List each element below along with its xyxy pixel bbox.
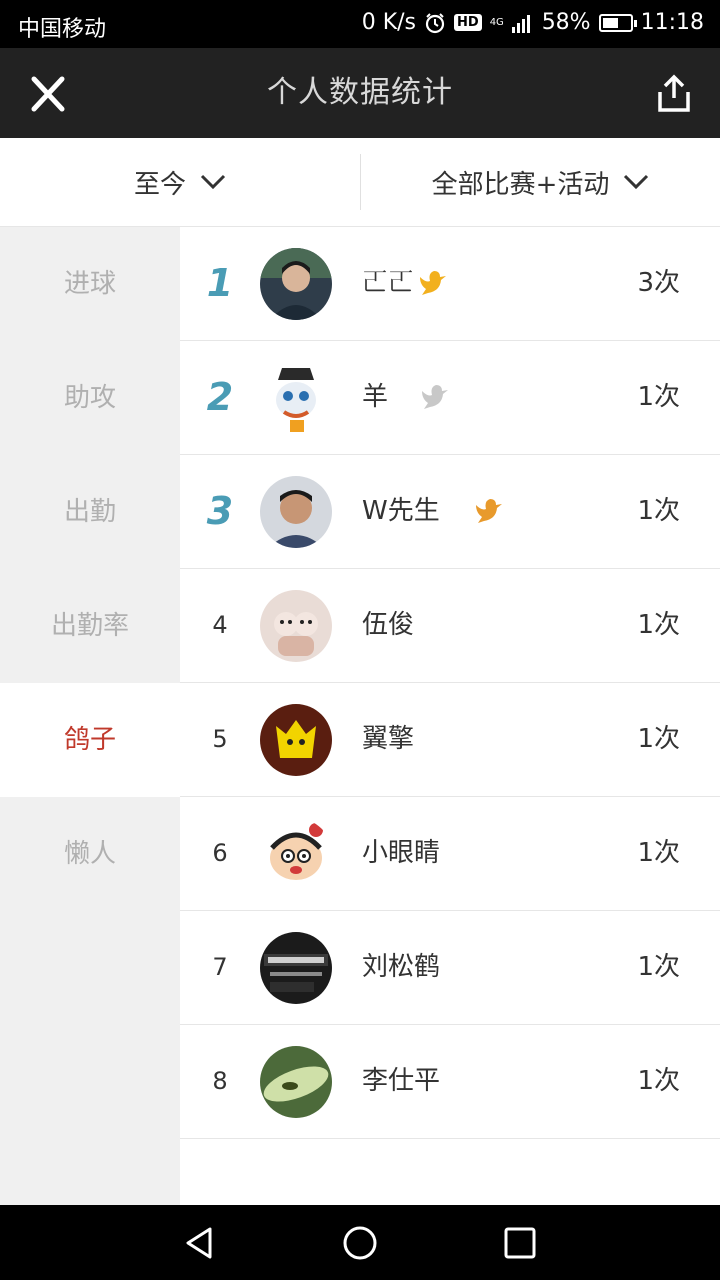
network-type: 4G <box>489 16 504 28</box>
avatar <box>260 248 332 320</box>
stat-category-sidebar: 进球 助攻 出勤 出勤率 鸽子 懒人 <box>0 227 180 1205</box>
player-name: 李仕平 <box>362 1066 441 1096</box>
rank-number: 8 <box>212 1067 228 1095</box>
rank-number: 6 <box>212 839 228 867</box>
list-item[interactable]: 3 W先生 1次 <box>180 455 720 569</box>
app-header: 个人数据统计 <box>0 48 720 138</box>
page-title: 个人数据统计 <box>267 75 453 110</box>
bird-badge-icon <box>420 383 450 411</box>
list-item[interactable]: 2 羊 1次 <box>180 341 720 455</box>
rank-number: 5 <box>212 725 228 753</box>
list-item[interactable]: 5 翼擎 1次 <box>180 683 720 797</box>
avatar <box>260 590 332 662</box>
avatar <box>260 704 332 776</box>
status-bar: 中国移动 0 K/s HD 4G 58% 11:18 <box>0 0 720 48</box>
scope-filter[interactable]: 全部比赛+活动 <box>361 138 720 226</box>
bird-badge-icon <box>418 269 448 297</box>
chevron-down-icon <box>623 167 649 197</box>
no-show-count: 1次 <box>637 610 680 640</box>
rank-number: 3 <box>206 489 234 533</box>
carrier-label: 中国移动 <box>18 17 107 42</box>
hd-badge: HD <box>454 14 482 31</box>
no-show-count: 1次 <box>637 724 680 754</box>
home-icon[interactable] <box>340 1223 380 1263</box>
alarm-icon <box>424 12 446 34</box>
sidebar-item-lazy[interactable]: 懒人 <box>0 797 180 911</box>
back-icon[interactable] <box>180 1223 220 1263</box>
no-show-count: 1次 <box>637 496 680 526</box>
player-name: 伍俊 <box>362 610 415 640</box>
avatar <box>260 362 332 434</box>
no-show-count: 3次 <box>637 268 680 298</box>
sidebar-item-attendance[interactable]: 出勤 <box>0 455 180 569</box>
player-name: 刘松鹤 <box>362 952 441 982</box>
avatar <box>260 1046 332 1118</box>
avatar <box>260 818 332 890</box>
system-nav-bar <box>0 1205 720 1280</box>
list-item[interactable]: 1 𠀀𠀀 3次 <box>180 227 720 341</box>
share-icon[interactable] <box>656 74 692 114</box>
rank-number: 4 <box>212 611 228 639</box>
rank-number: 1 <box>206 261 234 305</box>
network-speed: 0 K/s <box>361 10 417 35</box>
player-name: W先生 <box>362 496 440 526</box>
list-item[interactable]: 8 李仕平 1次 <box>180 1025 720 1139</box>
player-name: 翼擎 <box>362 724 415 754</box>
no-show-count: 1次 <box>637 952 680 982</box>
battery-percent: 58% <box>541 10 591 35</box>
sidebar-item-assists[interactable]: 助攻 <box>0 341 180 455</box>
avatar <box>260 932 332 1004</box>
list-item[interactable]: 4 伍俊 1次 <box>180 569 720 683</box>
status-icons: 0 K/s HD 4G 58% 11:18 <box>362 10 704 35</box>
period-filter[interactable]: 至今 <box>0 138 360 226</box>
no-show-count: 1次 <box>637 1066 680 1096</box>
sidebar-item-goals[interactable]: 进球 <box>0 227 180 341</box>
sidebar-item-no-show[interactable]: 鸽子 <box>0 683 180 797</box>
period-filter-label: 至今 <box>133 169 186 200</box>
list-item[interactable]: 6 小眼睛 1次 <box>180 797 720 911</box>
player-name: 小眼睛 <box>362 838 441 868</box>
signal-icon <box>511 13 534 33</box>
scope-filter-label: 全部比赛+活动 <box>431 169 610 200</box>
ranking-list: 1 𠀀𠀀 3次 2 羊 1次 3 W先生 1次 4 伍俊 1次 5 翼擎 1次 … <box>180 227 720 1139</box>
rank-number: 7 <box>212 953 228 981</box>
avatar <box>260 476 332 548</box>
filter-bar: 至今 全部比赛+活动 <box>0 138 720 227</box>
list-item[interactable]: 7 刘松鹤 1次 <box>180 911 720 1025</box>
player-name: 羊 <box>362 382 389 412</box>
battery-icon <box>598 13 637 32</box>
player-name: 𠀀𠀀 <box>362 268 415 298</box>
bird-badge-icon <box>474 497 504 525</box>
chevron-down-icon <box>200 167 226 197</box>
clock: 11:18 <box>640 10 704 35</box>
no-show-count: 1次 <box>637 838 680 868</box>
no-show-count: 1次 <box>637 382 680 412</box>
sidebar-item-attendance-rate[interactable]: 出勤率 <box>0 569 180 683</box>
rank-number: 2 <box>206 375 234 419</box>
battery-fill <box>602 17 618 28</box>
recents-icon[interactable] <box>500 1223 540 1263</box>
